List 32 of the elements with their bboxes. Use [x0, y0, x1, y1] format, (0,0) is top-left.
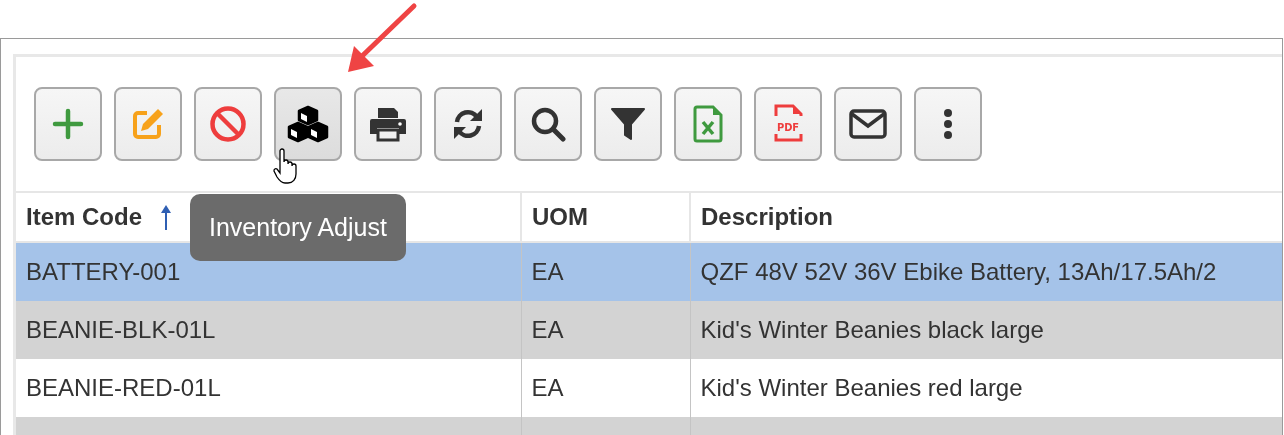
table-cell: EA — [521, 242, 690, 301]
hand-cursor-icon — [273, 148, 297, 184]
search-icon — [530, 106, 566, 142]
search-button[interactable] — [514, 87, 582, 161]
email-button[interactable] — [834, 87, 902, 161]
column-header[interactable]: UOM — [532, 203, 588, 231]
filter-button[interactable] — [594, 87, 662, 161]
table-cell: BEANIE-BLK-01L — [16, 301, 521, 359]
table-cell: BEANIE-RED-01L — [16, 359, 521, 417]
table-cell: Kid's Winter Beanies black large — [690, 301, 1282, 359]
table-cell: EA — [521, 301, 690, 359]
print-button[interactable] — [354, 87, 422, 161]
envelope-icon — [849, 109, 887, 139]
inventory-button[interactable] — [274, 87, 342, 161]
edit-icon — [130, 106, 166, 142]
filter-icon — [610, 106, 646, 142]
add-button[interactable] — [34, 87, 102, 161]
column-header[interactable]: Description — [701, 203, 834, 231]
refresh-button[interactable] — [434, 87, 502, 161]
more-button[interactable] — [914, 87, 982, 161]
cubes-icon — [287, 105, 329, 143]
vertical-dots-icon — [943, 108, 953, 140]
tooltip: Inventory Adjust — [190, 194, 406, 261]
spreadsheet-file-icon — [693, 105, 723, 143]
excel-button[interactable] — [674, 87, 742, 161]
plus-icon — [52, 108, 84, 140]
table-cell: QZF 48V 52V 36V Ebike Battery, 13Ah/17.5Ah/2 — [690, 242, 1282, 301]
printer-icon — [369, 106, 407, 142]
cancel-button[interactable] — [194, 87, 262, 161]
column-header[interactable]: Item Code — [26, 203, 142, 231]
prohibited-icon — [209, 105, 247, 143]
refresh-icon — [451, 107, 485, 141]
